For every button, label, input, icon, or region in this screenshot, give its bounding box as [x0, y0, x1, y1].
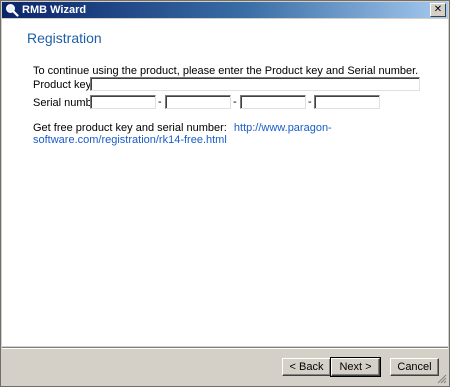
footer-divider [2, 347, 448, 349]
page-title: Registration [27, 30, 102, 46]
close-icon: ✕ [433, 4, 443, 15]
close-button[interactable]: ✕ [430, 3, 446, 17]
serial-part-2-input[interactable] [165, 95, 231, 109]
wizard-page: Registration To continue using the produ… [2, 19, 448, 346]
product-key-input[interactable] [90, 77, 420, 91]
window-title: RMB Wizard [22, 4, 87, 16]
serial-separator: - [233, 96, 237, 108]
title-bar[interactable]: RMB Wizard ✕ [2, 2, 448, 18]
back-button[interactable]: < Back [282, 358, 331, 376]
magnifier-icon [5, 3, 19, 17]
serial-part-3-input[interactable] [240, 95, 306, 109]
resize-grip-icon[interactable] [437, 374, 447, 384]
serial-part-4-input[interactable] [314, 95, 380, 109]
serial-part-1-input[interactable] [90, 95, 156, 109]
free-key-text: Get free product key and serial number: [33, 122, 227, 134]
wizard-window: RMB Wizard ✕ Registration To continue us… [0, 0, 450, 387]
instruction-text: To continue using the product, please en… [33, 65, 419, 77]
next-button[interactable]: Next > [330, 357, 381, 377]
free-key-row: Get free product key and serial number: … [33, 122, 448, 146]
serial-separator: - [308, 96, 312, 108]
product-key-label: Product key: [33, 79, 95, 91]
cancel-button[interactable]: Cancel [390, 358, 439, 376]
serial-separator: - [158, 96, 162, 108]
